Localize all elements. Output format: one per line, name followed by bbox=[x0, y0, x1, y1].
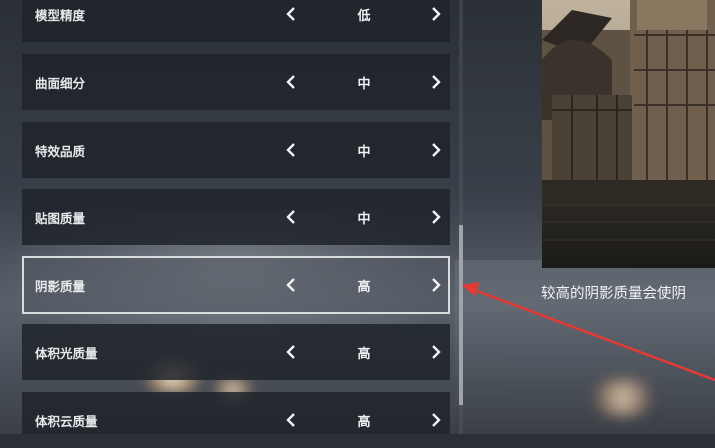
setting-value: 高 bbox=[357, 279, 371, 295]
chevron-left-icon[interactable] bbox=[282, 0, 300, 42]
setting-value: 中 bbox=[357, 211, 371, 227]
chevron-right-icon[interactable] bbox=[427, 54, 445, 110]
setting-value: 低 bbox=[357, 8, 371, 24]
setting-description: 较高的阴影质量会使阴 bbox=[541, 286, 686, 302]
chevron-right-icon[interactable] bbox=[427, 122, 445, 178]
setting-row-volumetric-cloud-quality[interactable]: 体积云质量 高 bbox=[22, 392, 450, 434]
chevron-right-icon[interactable] bbox=[427, 392, 445, 448]
preview-scene bbox=[542, 0, 715, 268]
chevron-right-icon[interactable] bbox=[427, 189, 445, 245]
setting-row-texture-quality[interactable]: 贴图质量 中 bbox=[22, 189, 450, 245]
bokeh-light bbox=[588, 378, 658, 418]
setting-label: 贴图质量 bbox=[35, 210, 86, 226]
setting-row-tessellation[interactable]: 曲面细分 中 bbox=[22, 54, 450, 110]
setting-label: 阴影质量 bbox=[35, 278, 86, 294]
scrollbar-thumb[interactable] bbox=[459, 225, 463, 405]
setting-row-model-precision[interactable]: 模型精度 低 bbox=[22, 0, 450, 42]
setting-label: 模型精度 bbox=[35, 7, 86, 23]
chevron-right-icon[interactable] bbox=[427, 258, 445, 312]
setting-label: 特效品质 bbox=[35, 143, 86, 159]
chevron-left-icon[interactable] bbox=[282, 392, 300, 448]
setting-value: 中 bbox=[357, 76, 371, 92]
chevron-right-icon[interactable] bbox=[427, 0, 445, 42]
shadow-preview-image bbox=[542, 0, 715, 268]
chevron-left-icon[interactable] bbox=[282, 324, 300, 380]
setting-row-effects-quality[interactable]: 特效品质 中 bbox=[22, 122, 450, 178]
chevron-left-icon[interactable] bbox=[282, 54, 300, 110]
chevron-left-icon[interactable] bbox=[282, 258, 300, 312]
setting-value: 中 bbox=[357, 144, 371, 160]
chevron-left-icon[interactable] bbox=[282, 122, 300, 178]
setting-row-shadow-quality[interactable]: 阴影质量 高 bbox=[22, 256, 450, 314]
setting-row-volumetric-light-quality[interactable]: 体积光质量 高 bbox=[22, 324, 450, 380]
setting-label: 曲面细分 bbox=[35, 75, 86, 91]
chevron-left-icon[interactable] bbox=[282, 189, 300, 245]
setting-label: 体积云质量 bbox=[35, 413, 98, 429]
setting-value: 高 bbox=[357, 346, 371, 362]
setting-label: 体积光质量 bbox=[35, 345, 98, 361]
setting-value: 高 bbox=[357, 414, 371, 430]
chevron-right-icon[interactable] bbox=[427, 324, 445, 380]
